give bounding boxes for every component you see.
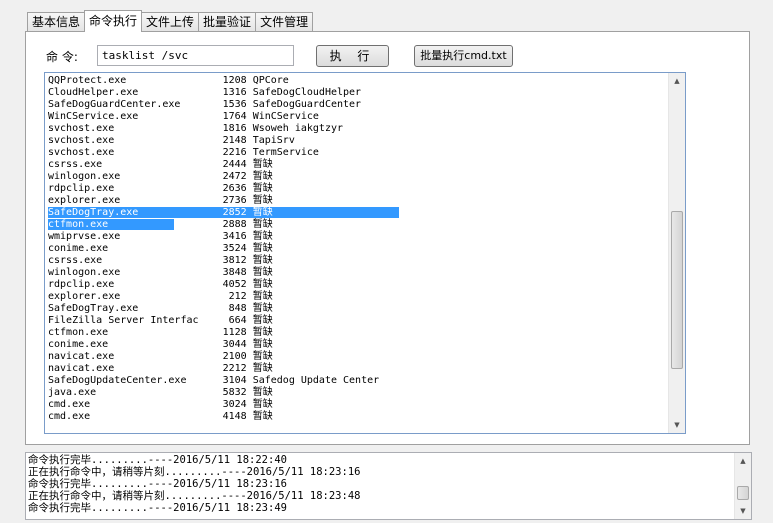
scroll-up-arrow-icon[interactable]: ▲ [669,73,685,89]
batch-execute-button[interactable]: 批量执行cmd.txt [414,45,513,67]
command-input[interactable] [97,45,294,66]
log-scrollbar[interactable]: ▲ ▼ [734,453,751,519]
tab-file-manager[interactable]: 文件管理 [255,12,314,32]
log-lines: 命令执行完毕.........----2016/5/11 18:22:40 正在执… [28,454,360,514]
output-line: SafeDogGuardCenter.exe 1536 SafeDogGuard… [48,99,362,110]
tab-strip: 基本信息 命令执行 文件上传 批量验证 文件管理 [27,10,314,32]
scroll-down-arrow-icon[interactable]: ▼ [735,503,751,519]
tab-batch-verify[interactable]: 批量验证 [198,12,257,32]
command-label: 命 令: [46,50,78,64]
output-line: svchost.exe 1816 Wsoweh iakgtzyr [48,123,344,134]
log-line: 命令执行完毕.........----2016/5/11 18:22:40 [28,454,287,466]
output-line: WinCService.exe 1764 WinCService [48,111,319,122]
output-line: FileZilla Server Interfac 664 暂缺 [48,315,273,326]
scroll-thumb[interactable] [737,486,749,500]
output-line: csrss.exe 3812 暂缺 [48,255,273,266]
output-line: rdpclip.exe 4052 暂缺 [48,279,273,290]
log-line: 命令执行完毕.........----2016/5/11 18:23:49 [28,502,287,514]
tab-basic-info[interactable]: 基本信息 [27,12,86,32]
output-line: ctfmon.exe 2888 暂缺 [48,219,399,231]
log-line: 正在执行命令中，请稍等片刻.........----2016/5/11 18:2… [28,466,361,478]
status-log[interactable]: 命令执行完毕.........----2016/5/11 18:22:40 正在执… [25,452,752,520]
output-line: conime.exe 3524 暂缺 [48,243,273,254]
output-line: CloudHelper.exe 1316 SafeDogCloudHelper [48,87,362,98]
output-line: winlogon.exe 2472 暂缺 [48,171,273,182]
scroll-thumb[interactable] [671,211,683,369]
output-line: java.exe 5832 暂缺 [48,387,273,398]
output-line: QQProtect.exe 1208 QPCore [48,75,289,86]
output-line: winlogon.exe 3848 暂缺 [48,267,273,278]
output-line: cmd.exe 3024 暂缺 [48,399,273,410]
selected-text: ctfmon.exe [48,219,175,230]
selected-text: SafeDogTray.exe 2852 暂缺 [48,207,400,218]
execute-button[interactable]: 执 行 [316,45,389,67]
tab-file-upload[interactable]: 文件上传 [141,12,200,32]
scroll-up-arrow-icon[interactable]: ▲ [735,453,751,469]
output-line: navicat.exe 2100 暂缺 [48,351,273,362]
log-line: 正在执行命令中，请稍等片刻.........----2016/5/11 18:2… [28,490,361,502]
output-lines: QQProtect.exe 1208 QPCore CloudHelper.exe… [48,75,400,423]
output-line: SafeDogTray.exe 848 暂缺 [48,303,273,314]
output-line: SafeDogUpdateCenter.exe 3104 Safedog Upd… [48,375,380,386]
command-output[interactable]: QQProtect.exe 1208 QPCore CloudHelper.exe… [44,72,686,434]
output-line: navicat.exe 2212 暂缺 [48,363,273,374]
output-line: wmiprvse.exe 3416 暂缺 [48,231,273,242]
output-line: ctfmon.exe 1128 暂缺 [48,327,273,338]
output-scrollbar[interactable]: ▲ ▼ [668,73,685,433]
output-line: explorer.exe 212 暂缺 [48,291,273,302]
output-line: explorer.exe 2736 暂缺 [48,195,273,206]
tab-command-exec[interactable]: 命令执行 [84,10,143,32]
output-line: SafeDogTray.exe 2852 暂缺 [48,207,400,219]
scroll-down-arrow-icon[interactable]: ▼ [669,417,685,433]
output-line: csrss.exe 2444 暂缺 [48,159,273,170]
line-rest-text: 2888 暂缺 [174,219,273,230]
log-line: 命令执行完毕.........----2016/5/11 18:23:16 [28,478,287,490]
output-line: rdpclip.exe 2636 暂缺 [48,183,273,194]
output-line: svchost.exe 2216 TermService [48,147,319,158]
output-line: conime.exe 3044 暂缺 [48,339,273,350]
output-line: cmd.exe 4148 暂缺 [48,411,273,422]
output-line: svchost.exe 2148 TapiSrv [48,135,295,146]
